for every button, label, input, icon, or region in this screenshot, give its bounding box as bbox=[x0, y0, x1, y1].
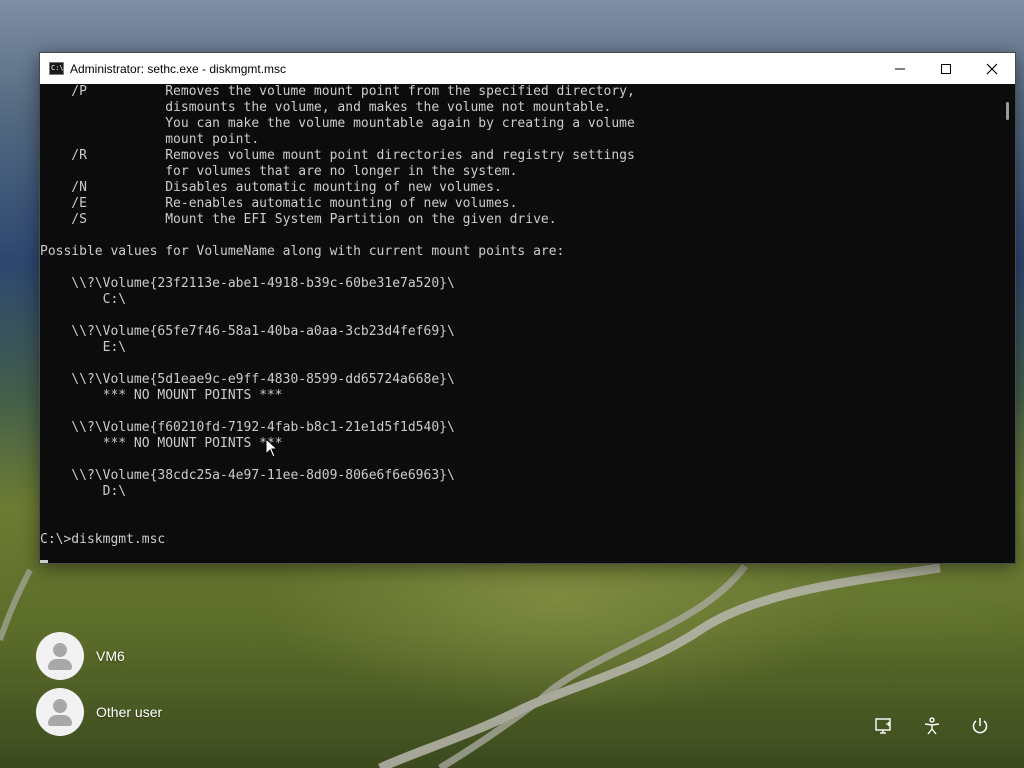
avatar bbox=[36, 632, 84, 680]
close-icon bbox=[986, 63, 998, 74]
maximize-icon bbox=[941, 63, 951, 74]
console-line: /E Re-enables automatic mounting of new … bbox=[40, 196, 518, 211]
console-line: /R Removes volume mount point directorie… bbox=[40, 148, 635, 163]
console-line: E:\ bbox=[40, 340, 127, 355]
console-text: /P Removes the volume mount point from t… bbox=[40, 84, 635, 548]
console-line: /N Disables automatic mounting of new vo… bbox=[40, 180, 502, 195]
console-line: C:\>diskmgmt.msc bbox=[40, 532, 166, 547]
user-entry-vm6[interactable]: VM6 bbox=[36, 632, 176, 680]
console-line: \\?\Volume{5d1eae9c-e9ff-4830-8599-dd657… bbox=[40, 372, 455, 387]
scrollbar-thumb[interactable] bbox=[1006, 102, 1009, 120]
power-icon bbox=[972, 718, 988, 734]
title-bar[interactable]: C:\ Administrator: sethc.exe - diskmgmt.… bbox=[40, 53, 1015, 84]
window-title: Administrator: sethc.exe - diskmgmt.msc bbox=[70, 61, 287, 76]
minimize-icon bbox=[895, 68, 905, 69]
vertical-scrollbar[interactable] bbox=[998, 84, 1015, 563]
console-line: *** NO MOUNT POINTS *** bbox=[40, 436, 283, 451]
console-line: \\?\Volume{65fe7f46-58a1-40ba-a0aa-3cb23… bbox=[40, 324, 455, 339]
accessibility-button[interactable] bbox=[920, 714, 944, 738]
console-line: \\?\Volume{23f2113e-abe1-4918-b39c-60be3… bbox=[40, 276, 455, 291]
power-button[interactable] bbox=[968, 714, 992, 738]
console-line: \\?\Volume{38cdc25a-4e97-11ee-8d09-806e6… bbox=[40, 468, 455, 483]
command-prompt-window[interactable]: C:\ Administrator: sethc.exe - diskmgmt.… bbox=[39, 52, 1016, 564]
console-line: mount point. bbox=[40, 132, 260, 147]
console-line: /P Removes the volume mount point from t… bbox=[40, 84, 635, 99]
network-button[interactable] bbox=[872, 714, 896, 738]
maximize-button[interactable] bbox=[923, 53, 969, 84]
console-line: dismounts the volume, and makes the volu… bbox=[40, 100, 612, 115]
console-line: *** NO MOUNT POINTS *** bbox=[40, 388, 283, 403]
user-name: VM6 bbox=[96, 648, 125, 664]
avatar bbox=[36, 688, 84, 736]
minimize-button[interactable] bbox=[877, 53, 923, 84]
console-line: C:\ bbox=[40, 292, 127, 307]
console-line: \\?\Volume{f60210fd-7192-4fab-b8c1-21e1d… bbox=[40, 420, 455, 435]
console-output[interactable]: /P Removes the volume mount point from t… bbox=[40, 84, 998, 563]
mouse-pointer-icon bbox=[265, 438, 279, 458]
text-cursor bbox=[40, 560, 48, 563]
console-line: for volumes that are no longer in the sy… bbox=[40, 164, 518, 179]
console-line: D:\ bbox=[40, 484, 127, 499]
console-line: You can make the volume mountable again … bbox=[40, 116, 635, 131]
user-name: Other user bbox=[96, 704, 163, 720]
accessibility-icon bbox=[924, 717, 940, 735]
console-line: Possible values for VolumeName along wit… bbox=[40, 244, 565, 259]
command-prompt-icon: C:\ bbox=[49, 62, 64, 75]
network-icon bbox=[875, 718, 891, 734]
console-line: /S Mount the EFI System Partition on the… bbox=[40, 212, 557, 227]
close-button[interactable] bbox=[969, 53, 1015, 84]
user-entry-other-user[interactable]: Other user bbox=[36, 688, 176, 736]
